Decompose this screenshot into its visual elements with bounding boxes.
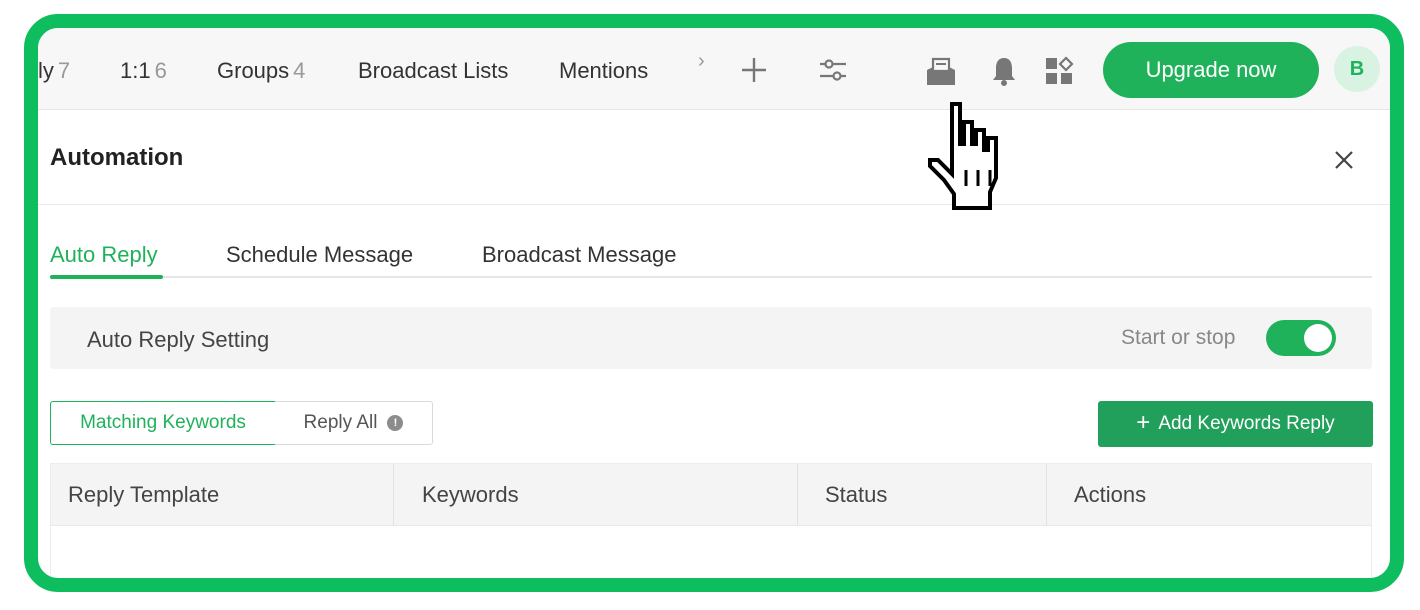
message-box-icon[interactable] — [924, 56, 958, 88]
matching-keywords-option[interactable]: Matching Keywords — [50, 401, 276, 445]
table-header: Reply Template Keywords Status Actions — [51, 464, 1371, 526]
nav-item-one-to-one[interactable]: 1:1 6 — [120, 58, 167, 84]
nav-item-count: 6 — [154, 58, 167, 83]
nav-item-label: Mentions — [559, 58, 649, 83]
start-stop-toggle[interactable] — [1266, 320, 1336, 356]
nav-item-label: ly — [38, 58, 54, 83]
tab-auto-reply[interactable]: Auto Reply — [50, 242, 158, 268]
active-tab-indicator — [50, 275, 163, 279]
reply-all-option[interactable]: Reply All ! — [275, 401, 433, 445]
nav-item-count: 4 — [293, 58, 306, 83]
nav-item-broadcast-lists[interactable]: Broadcast Lists — [358, 58, 508, 84]
tabs-divider — [50, 276, 1372, 278]
nav-item-partial[interactable]: ly 7 — [38, 58, 70, 84]
reply-all-label: Reply All — [303, 412, 378, 433]
toggle-knob — [1304, 324, 1332, 352]
column-divider — [1046, 464, 1047, 526]
column-actions: Actions — [1074, 482, 1147, 507]
nav-item-count: 7 — [57, 58, 71, 83]
column-divider — [393, 464, 394, 526]
column-divider — [797, 464, 798, 526]
nav-item-label: 1:1 — [120, 58, 151, 83]
column-keywords: Keywords — [422, 482, 519, 507]
app-frame: ly 7 1:1 6 Groups 4 Broadcast Lists Mention… — [24, 14, 1404, 592]
notification-bell-icon[interactable] — [988, 54, 1020, 88]
panel-title: Automation — [50, 144, 184, 171]
toggle-label: Start or stop — [1121, 326, 1236, 349]
more-tabs-arrow-icon[interactable]: › — [698, 50, 705, 73]
nav-item-groups[interactable]: Groups 4 — [217, 58, 305, 84]
tab-schedule-message[interactable]: Schedule Message — [226, 242, 413, 268]
info-icon[interactable]: ! — [387, 415, 404, 431]
column-status: Status — [825, 482, 888, 507]
auto-reply-setting-row: Auto Reply Setting Start or stop — [50, 307, 1372, 369]
setting-label: Auto Reply Setting — [87, 327, 270, 352]
nav-item-label: Broadcast Lists — [358, 58, 509, 83]
apps-grid-icon[interactable] — [1043, 55, 1075, 87]
header-divider — [38, 204, 1390, 205]
nav-item-label: Groups — [217, 58, 290, 83]
plus-icon: + — [1136, 409, 1151, 436]
avatar[interactable]: B — [1334, 46, 1380, 92]
tab-broadcast-message[interactable]: Broadcast Message — [482, 242, 676, 268]
column-reply-template: Reply Template — [68, 482, 220, 507]
keywords-table: Reply Template Keywords Status Actions — [50, 463, 1372, 578]
filter-settings-icon[interactable] — [816, 54, 850, 86]
close-icon[interactable] — [1330, 146, 1358, 174]
add-tab-icon[interactable] — [738, 54, 770, 86]
add-keywords-reply-button[interactable]: + Add Keywords Reply — [1098, 401, 1373, 447]
upgrade-now-button[interactable]: Upgrade now — [1103, 42, 1319, 98]
hand-pointer-cursor-icon — [928, 102, 998, 210]
add-keywords-reply-label: Add Keywords Reply — [1158, 413, 1335, 434]
nav-item-mentions[interactable]: Mentions — [559, 58, 648, 84]
top-nav-bar: ly 7 1:1 6 Groups 4 Broadcast Lists Mention… — [38, 28, 1390, 110]
